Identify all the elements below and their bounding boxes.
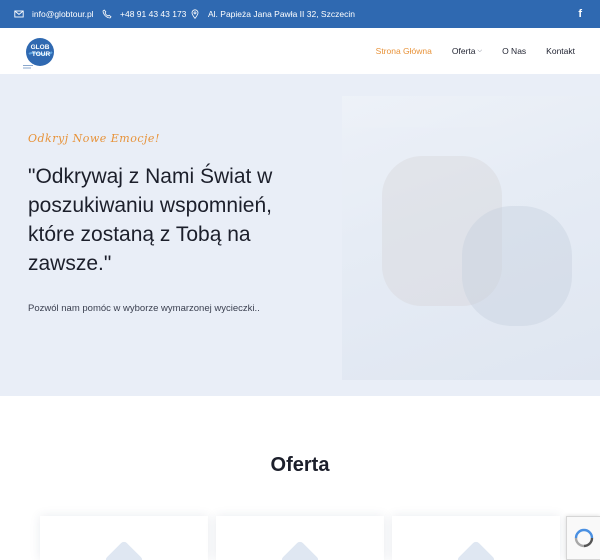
recaptcha-badge[interactable] xyxy=(566,516,600,560)
nav-item-about-label[interactable]: O Nas xyxy=(502,46,526,56)
offer-section-title: Oferta xyxy=(270,454,330,476)
contact-phone-text[interactable]: +48 91 43 43 173 xyxy=(120,9,186,19)
main-navbar: GLOB TOUR Strona Główna Oferta ⌵ O Nas Ko… xyxy=(0,28,600,74)
facebook-icon[interactable]: f xyxy=(578,8,582,20)
envelope-icon xyxy=(14,9,24,19)
contact-address: Al. Papieża Jana Pawła II 32, Szczecin xyxy=(190,0,355,28)
globtour-logo[interactable]: GLOB TOUR xyxy=(20,32,60,72)
map-pin-icon xyxy=(190,9,200,19)
hero-background-image xyxy=(342,96,600,380)
offer-card-icon xyxy=(456,540,496,560)
nav-item-contact-label[interactable]: Kontakt xyxy=(546,46,575,56)
offer-card-icon xyxy=(104,540,144,560)
nav-item-offer[interactable]: Oferta ⌵ xyxy=(442,46,492,56)
nav-item-home-label[interactable]: Strona Główna xyxy=(376,46,432,56)
nav-item-offer-label[interactable]: Oferta xyxy=(452,46,476,56)
contact-email-text[interactable]: info@globtour.pl xyxy=(32,9,94,19)
offer-card[interactable] xyxy=(40,516,208,560)
contact-address-text: Al. Papieża Jana Pawła II 32, Szczecin xyxy=(208,9,355,19)
svg-text:GLOB: GLOB xyxy=(31,44,50,51)
nav-item-about[interactable]: O Nas xyxy=(492,46,536,56)
svg-text:TOUR: TOUR xyxy=(32,51,51,58)
hero-section: Odkryj Nowe Emocje! "Odkrywaj z Nami Świ… xyxy=(0,74,600,396)
recaptcha-icon xyxy=(574,528,593,548)
chevron-down-icon[interactable]: ⌵ xyxy=(478,48,483,55)
nav-menu: Strona Główna Oferta ⌵ O Nas Kontakt xyxy=(366,28,600,74)
phone-icon xyxy=(102,9,112,19)
hero-tagline: Odkryj Nowe Emocje! xyxy=(28,132,160,145)
hero-subtitle: Pozwól nam pomóc w wyborze wymarzonej wy… xyxy=(28,303,260,314)
nav-item-home[interactable]: Strona Główna xyxy=(366,46,442,56)
hero-headline: "Odkrywaj z Nami Świat w poszukiwaniu ws… xyxy=(28,165,273,275)
contact-email[interactable]: info@globtour.pl xyxy=(14,0,94,28)
contact-bar: info@globtour.pl +48 91 43 43 173 Al. Pa… xyxy=(0,0,600,28)
offer-card[interactable] xyxy=(216,516,384,560)
contact-phone[interactable]: +48 91 43 43 173 xyxy=(102,0,186,28)
offer-card-icon xyxy=(280,540,320,560)
offer-card[interactable] xyxy=(392,516,560,560)
nav-item-contact[interactable]: Kontakt xyxy=(536,46,585,56)
